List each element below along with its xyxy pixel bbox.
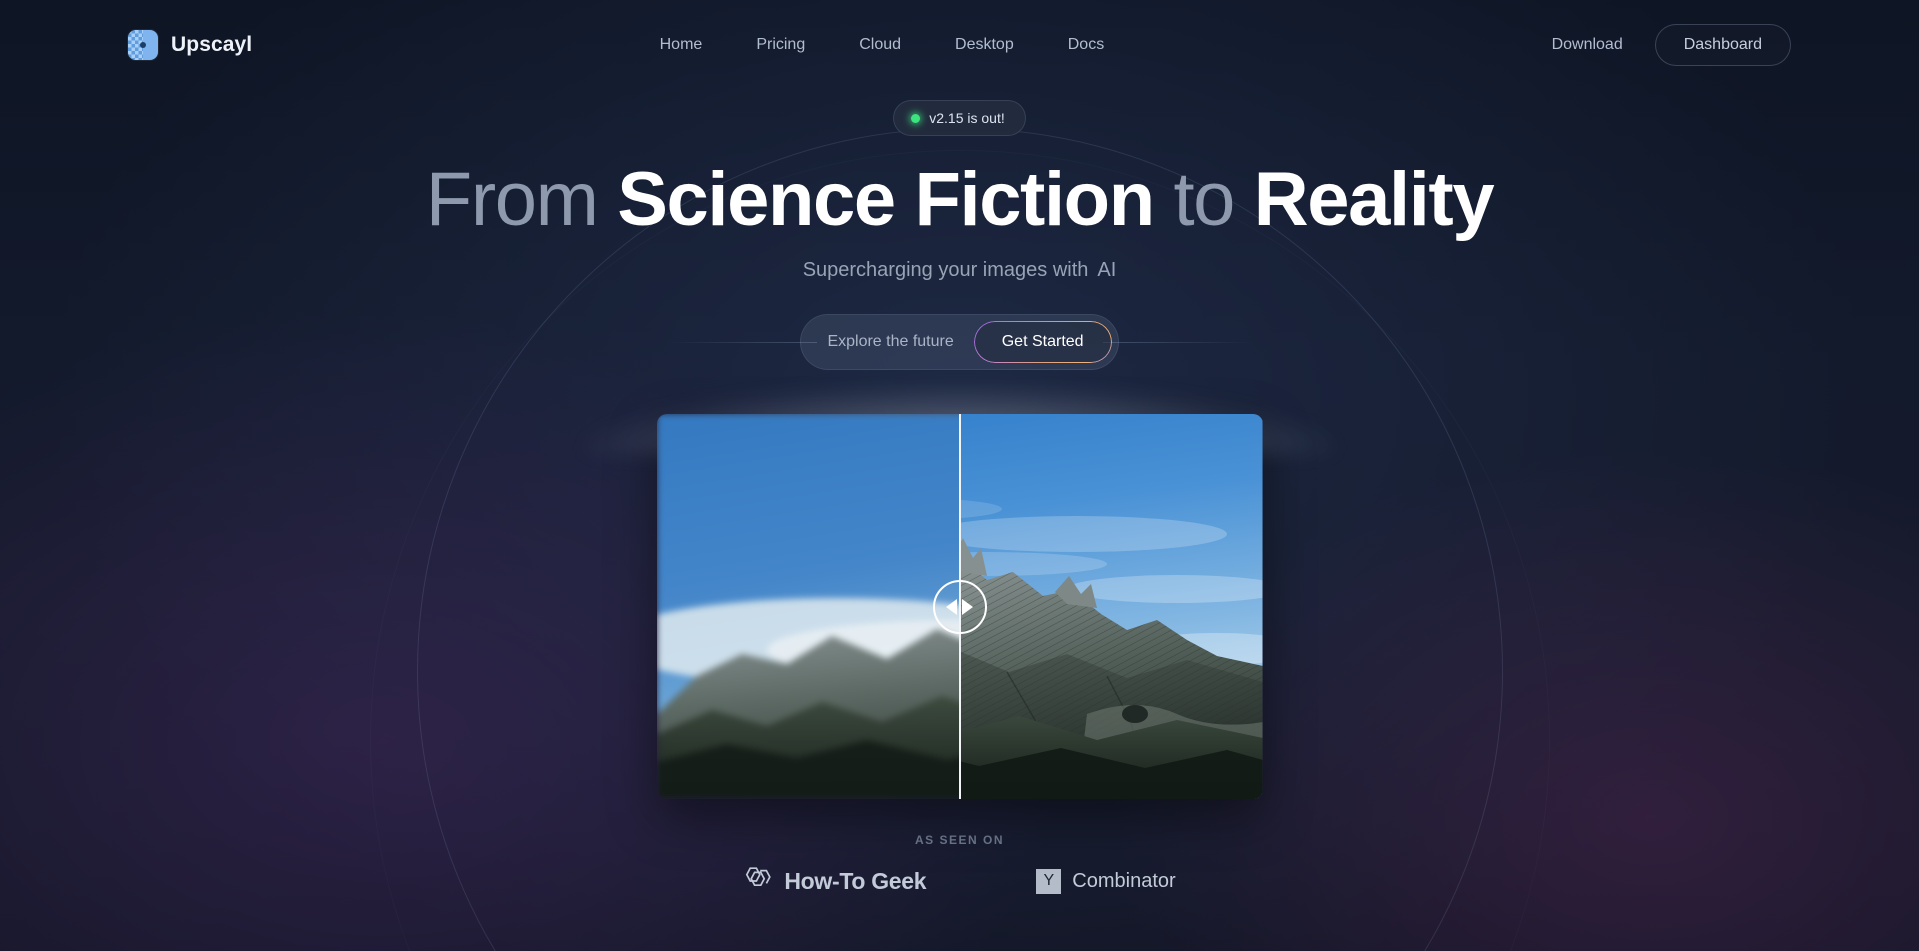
hero-subtitle: Supercharging your images with AI — [0, 259, 1919, 282]
press-logo-how-to-geek[interactable]: How-To Geek — [743, 865, 927, 897]
right-arrow-icon — [962, 598, 973, 615]
image-comparison-slider[interactable] — [579, 384, 1340, 800]
headline-part-science-fiction: Science Fiction — [617, 157, 1155, 242]
upscayl-logo-icon — [128, 30, 158, 60]
headline-part-to: to — [1173, 157, 1235, 242]
cta-row: Explore the future Get Started — [0, 314, 1919, 371]
headline-part-reality: Reality — [1253, 157, 1495, 242]
press-logo-y-combinator[interactable]: Y Combinator — [1036, 868, 1176, 894]
dashboard-button[interactable]: Dashboard — [1654, 24, 1791, 66]
nav-item-cloud[interactable]: Cloud — [859, 36, 901, 54]
press-logos: How-To Geek Y Combinator — [0, 865, 1919, 897]
comparison-frame[interactable] — [656, 414, 1263, 800]
how-to-geek-icon — [743, 865, 773, 897]
status-dot-icon — [911, 113, 921, 123]
slider-handle[interactable] — [932, 579, 987, 634]
nav-item-docs[interactable]: Docs — [1068, 36, 1104, 54]
cta-rule-left — [666, 342, 817, 344]
download-link[interactable]: Download — [1552, 36, 1623, 54]
cta-rule-right — [1102, 342, 1253, 344]
how-to-geek-label: How-To Geek — [784, 867, 927, 894]
nav-item-home[interactable]: Home — [660, 36, 703, 54]
main-navigation: Home Pricing Cloud Desktop Docs — [212, 36, 1551, 54]
version-badge[interactable]: v2.15 is out! — [893, 100, 1026, 136]
hero-section: v2.15 is out! From Science Fiction to Re… — [0, 90, 1919, 897]
left-arrow-icon — [946, 598, 957, 615]
cta-pill-container: Explore the future Get Started — [800, 314, 1119, 371]
landing-page: Upscayl Home Pricing Cloud Desktop Docs … — [0, 0, 1919, 951]
as-seen-on-label: AS SEEN ON — [914, 833, 1004, 848]
subtitle-text: Supercharging your images with — [802, 259, 1089, 282]
version-badge-label: v2.15 is out! — [929, 110, 1005, 126]
y-combinator-icon: Y — [1036, 868, 1062, 894]
explore-the-future-link[interactable]: Explore the future — [827, 333, 965, 351]
y-combinator-label: Combinator — [1072, 869, 1176, 892]
site-header: Upscayl Home Pricing Cloud Desktop Docs … — [0, 0, 1919, 90]
page-title: From Science Fiction to Reality — [0, 160, 1919, 239]
headline-part-from: From — [425, 157, 599, 242]
subtitle-accent-ai: AI — [1097, 259, 1117, 282]
get-started-button[interactable]: Get Started — [973, 321, 1112, 364]
nav-item-desktop[interactable]: Desktop — [955, 36, 1014, 54]
nav-item-pricing[interactable]: Pricing — [756, 36, 805, 54]
header-actions: Download Dashboard — [1552, 24, 1791, 66]
